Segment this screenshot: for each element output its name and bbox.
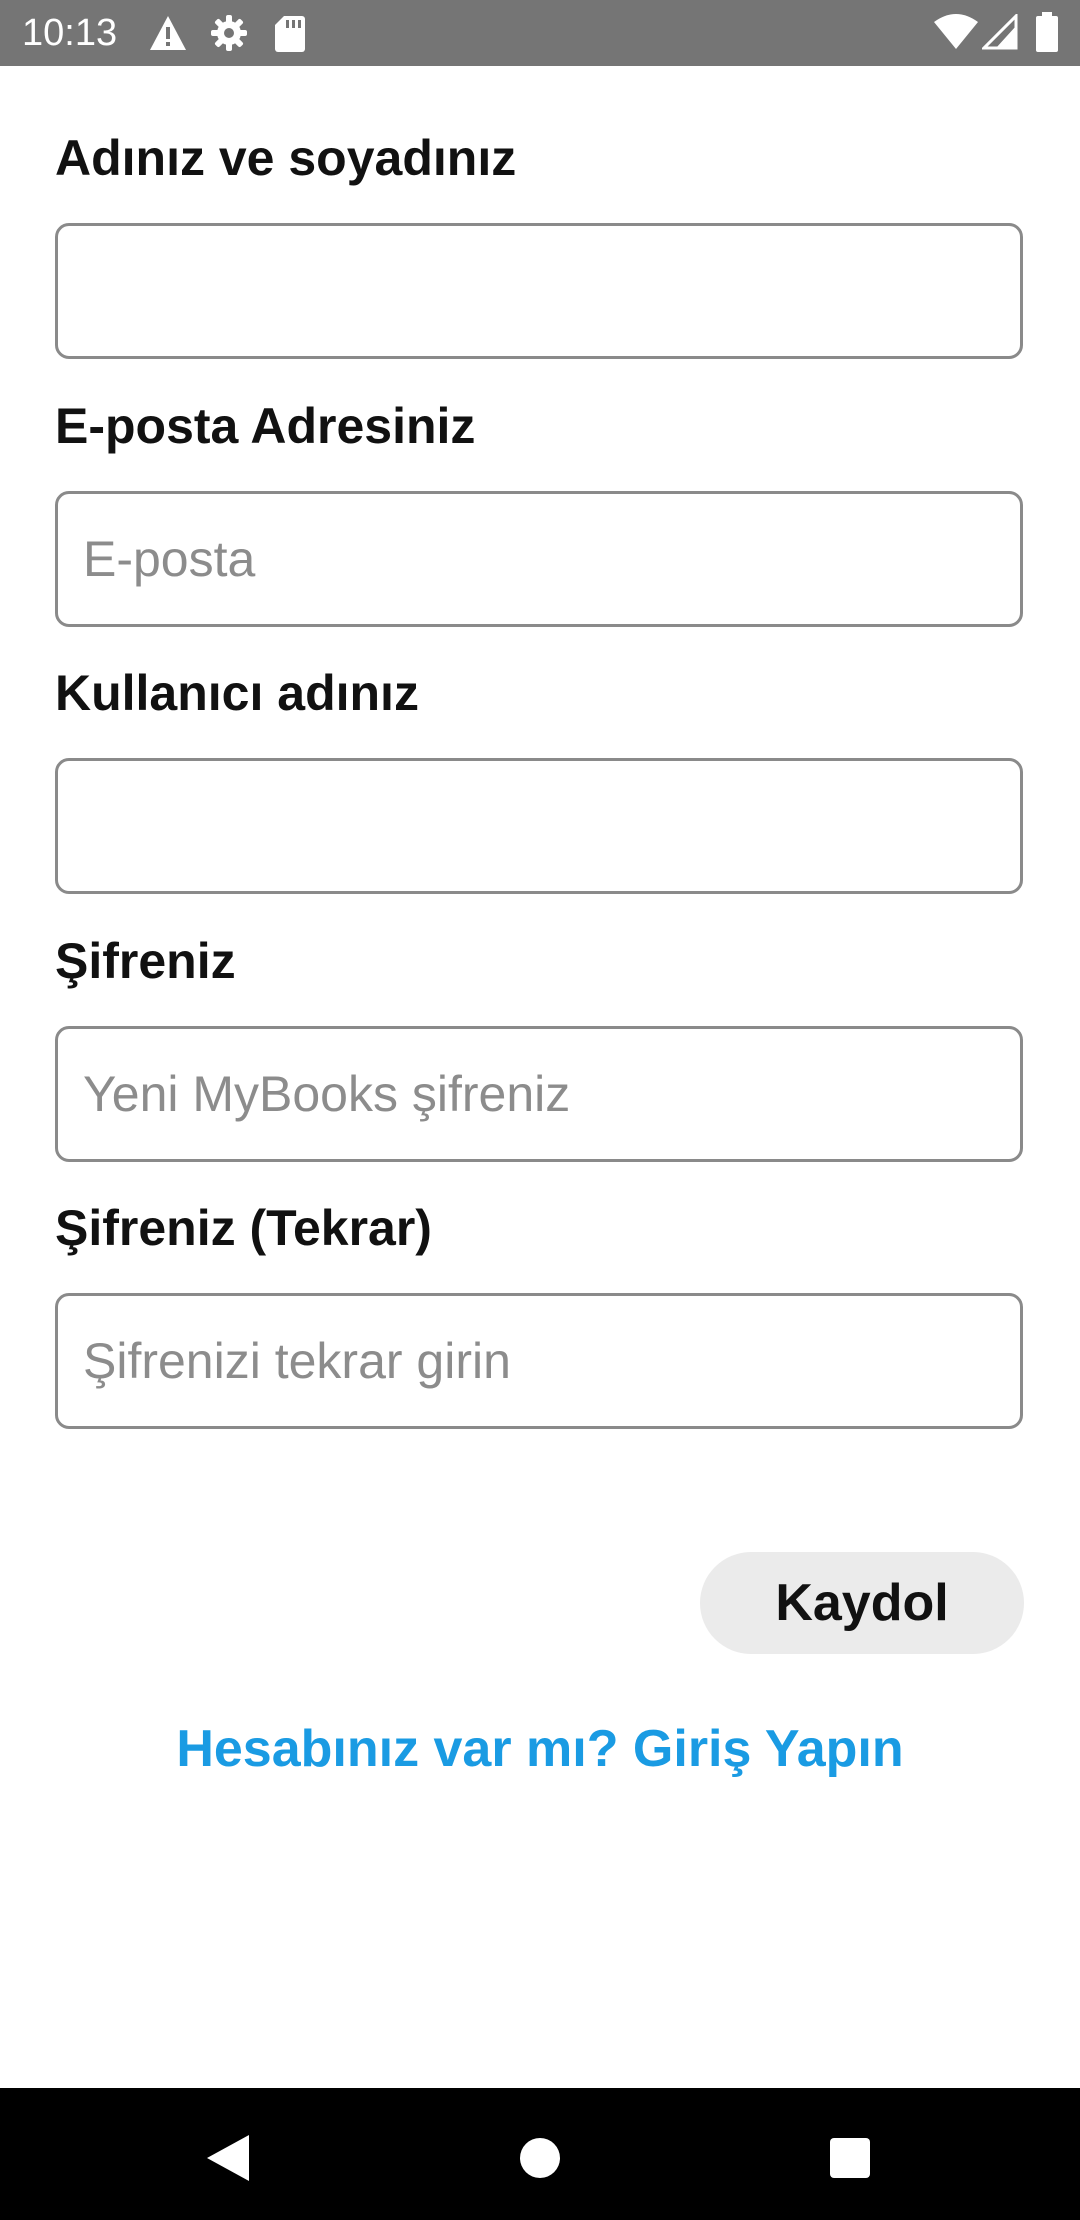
status-time: 10:13 <box>22 12 118 54</box>
recents-icon[interactable] <box>820 2128 880 2188</box>
password-label: Şifreniz <box>55 933 236 989</box>
register-button[interactable]: Kaydol <box>700 1552 1024 1654</box>
warning-icon <box>148 14 188 57</box>
password-repeat-input[interactable] <box>55 1293 1023 1429</box>
gear-icon <box>210 14 248 57</box>
email-input[interactable] <box>55 491 1023 627</box>
email-label: E-posta Adresiniz <box>55 398 476 454</box>
username-input[interactable] <box>55 758 1023 894</box>
password-input[interactable] <box>55 1026 1023 1162</box>
signal-icon <box>980 12 1018 55</box>
wifi-icon <box>934 14 978 55</box>
navigation-bar <box>0 2088 1080 2220</box>
sd-card-icon <box>274 14 306 57</box>
back-icon[interactable] <box>198 2128 258 2188</box>
home-icon[interactable] <box>510 2128 570 2188</box>
password-repeat-label: Şifreniz (Tekrar) <box>55 1200 432 1256</box>
fullname-input[interactable] <box>55 223 1023 359</box>
battery-icon <box>1036 12 1058 57</box>
registration-form: Adınız ve soyadınız E-posta Adresiniz Ku… <box>0 66 1080 2088</box>
username-label: Kullanıcı adınız <box>55 665 419 721</box>
status-bar: 10:13 <box>0 0 1080 66</box>
fullname-label: Adınız ve soyadınız <box>55 130 517 186</box>
login-link[interactable]: Hesabınız var mı? Giriş Yapın <box>0 1714 1080 1784</box>
